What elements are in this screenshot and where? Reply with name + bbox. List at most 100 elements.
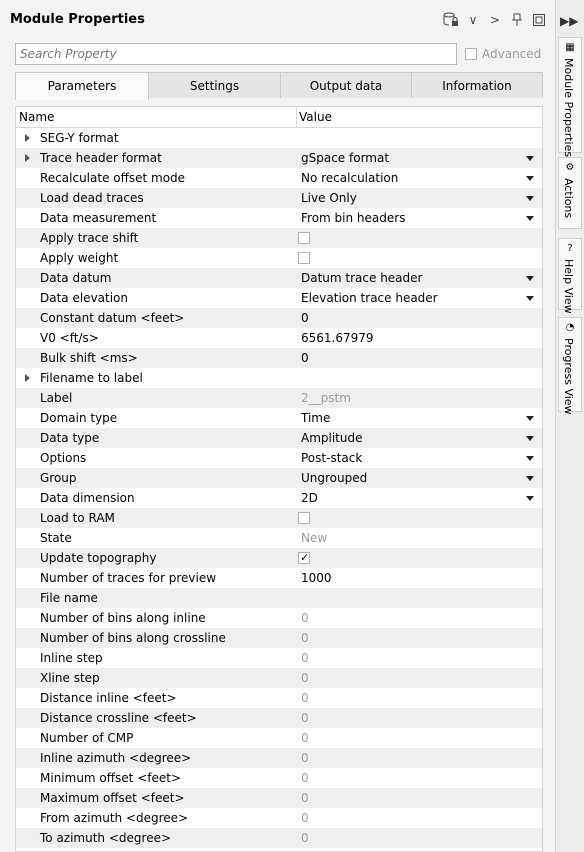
tab-settings[interactable]: Settings	[148, 72, 281, 98]
tab-parameters[interactable]: Parameters	[15, 72, 149, 100]
property-row[interactable]: Options Post-stack	[16, 448, 542, 468]
search-input[interactable]	[16, 44, 456, 64]
property-row[interactable]: Load to RAM	[16, 508, 542, 528]
property-name: SEG-Y format	[40, 131, 119, 145]
property-value[interactable]: Time	[301, 411, 330, 425]
property-value[interactable]: 0	[301, 351, 309, 365]
property-checkbox[interactable]	[298, 512, 310, 524]
property-row[interactable]: To azimuth <degree> 0	[16, 828, 542, 848]
property-row[interactable]: Filename to label	[16, 368, 542, 388]
property-name: Options	[40, 451, 87, 465]
property-value[interactable]: Ungrouped	[301, 471, 367, 485]
dropdown-arrow-icon[interactable]	[526, 156, 534, 161]
property-value[interactable]: 0	[301, 311, 309, 325]
property-value: 0	[301, 731, 309, 745]
property-row[interactable]: Maximum offset <feet> 0	[16, 788, 542, 808]
property-row[interactable]: Load dead traces Live Only	[16, 188, 542, 208]
property-row[interactable]: Data dimension 2D	[16, 488, 542, 508]
advanced-toggle[interactable]: Advanced	[465, 47, 541, 61]
property-row[interactable]: Recalculate offset mode No recalculation	[16, 168, 542, 188]
column-header-value[interactable]: Value	[299, 110, 332, 124]
property-name: Apply weight	[40, 251, 119, 265]
property-checkbox[interactable]	[298, 551, 310, 564]
search-property-box	[15, 43, 457, 65]
property-value: 0	[301, 791, 309, 805]
property-row[interactable]: Data measurement From bin headers	[16, 208, 542, 228]
chevron-right-icon[interactable]: >	[487, 12, 503, 28]
expand-panels-icon[interactable]: ▶▶	[560, 14, 578, 28]
property-value[interactable]: 1000	[301, 571, 332, 585]
float-icon[interactable]	[531, 12, 547, 28]
dropdown-arrow-icon[interactable]	[526, 276, 534, 281]
dropdown-arrow-icon[interactable]	[526, 476, 534, 481]
property-row[interactable]: Update topography	[16, 548, 542, 568]
property-value[interactable]: Datum trace header	[301, 271, 422, 285]
dropdown-arrow-icon[interactable]	[526, 296, 534, 301]
dropdown-arrow-icon[interactable]	[526, 196, 534, 201]
dropdown-arrow-icon[interactable]	[526, 216, 534, 221]
property-value: 0	[301, 751, 309, 765]
property-checkbox[interactable]	[298, 252, 310, 264]
dropdown-arrow-icon[interactable]	[526, 496, 534, 501]
property-value[interactable]: No recalculation	[301, 171, 398, 185]
property-row[interactable]: Bulk shift <ms> 0	[16, 348, 542, 368]
property-row[interactable]: State New	[16, 528, 542, 548]
property-row[interactable]: Constant datum <feet> 0	[16, 308, 542, 328]
property-value[interactable]: From bin headers	[301, 211, 405, 225]
property-row[interactable]: Data elevation Elevation trace header	[16, 288, 542, 308]
expand-arrow-icon[interactable]	[25, 134, 30, 142]
pin-icon[interactable]	[509, 12, 525, 28]
property-name: State	[40, 531, 72, 545]
expand-arrow-icon[interactable]	[25, 374, 30, 382]
chevron-down-icon[interactable]: ∨	[465, 12, 481, 28]
property-value[interactable]: gSpace format	[301, 151, 389, 165]
property-value[interactable]: Elevation trace header	[301, 291, 438, 305]
property-row[interactable]: Number of bins along crossline 0	[16, 628, 542, 648]
property-row[interactable]: Number of CMP 0	[16, 728, 542, 748]
property-value[interactable]: 2D	[301, 491, 318, 505]
property-row[interactable]: File name	[16, 588, 542, 608]
property-row[interactable]: Trace header format gSpace format	[16, 148, 542, 168]
property-checkbox[interactable]	[298, 232, 310, 244]
property-row[interactable]: Distance crossline <feet> 0	[16, 708, 542, 728]
property-row[interactable]: Apply trace shift	[16, 228, 542, 248]
dropdown-arrow-icon[interactable]	[526, 416, 534, 421]
property-row[interactable]: Domain type Time	[16, 408, 542, 428]
side-tab-help-view[interactable]: ? Help View	[558, 238, 582, 314]
property-row[interactable]: Xline step 0	[16, 668, 542, 688]
property-name: Number of CMP	[40, 731, 134, 745]
database-lock-icon[interactable]	[443, 12, 459, 28]
dropdown-arrow-icon[interactable]	[526, 436, 534, 441]
expand-arrow-icon[interactable]	[25, 154, 30, 162]
property-row[interactable]: Apply weight	[16, 248, 542, 268]
advanced-checkbox[interactable]	[465, 48, 477, 60]
property-row[interactable]: Distance inline <feet> 0	[16, 688, 542, 708]
property-row[interactable]: From azimuth <degree> 0	[16, 808, 542, 828]
side-tab-module-properties[interactable]: ▦ Module Properties	[558, 37, 582, 157]
property-value[interactable]: Amplitude	[301, 431, 363, 445]
side-tab-label: Progress View	[562, 338, 575, 415]
property-value[interactable]: Live Only	[301, 191, 357, 205]
property-row[interactable]: Group Ungrouped	[16, 468, 542, 488]
side-tab-progress-view[interactable]: ◔ Progress View	[558, 317, 582, 415]
property-row[interactable]: V0 <ft/s> 6561.67979	[16, 328, 542, 348]
dropdown-arrow-icon[interactable]	[526, 456, 534, 461]
column-separator[interactable]	[296, 107, 297, 127]
property-row[interactable]: Number of traces for preview 1000	[16, 568, 542, 588]
property-row[interactable]: SEG-Y format	[16, 128, 542, 148]
property-row[interactable]: Inline step 0	[16, 648, 542, 668]
column-header-name[interactable]: Name	[19, 110, 54, 124]
property-row[interactable]: Minimum offset <feet> 0	[16, 768, 542, 788]
property-value[interactable]: 6561.67979	[301, 331, 374, 345]
property-row[interactable]: Data type Amplitude	[16, 428, 542, 448]
dropdown-arrow-icon[interactable]	[526, 176, 534, 181]
property-row[interactable]: Inline azimuth <degree> 0	[16, 748, 542, 768]
property-name: V0 <ft/s>	[40, 331, 99, 345]
tab-output-data[interactable]: Output data	[280, 72, 412, 98]
property-row[interactable]: Data datum Datum trace header	[16, 268, 542, 288]
side-tab-actions[interactable]: ⚙ Actions	[558, 157, 582, 229]
property-row[interactable]: Number of bins along inline 0	[16, 608, 542, 628]
tab-information[interactable]: Information	[411, 72, 543, 98]
property-row[interactable]: Label 2__pstm	[16, 388, 542, 408]
property-value[interactable]: Post-stack	[301, 451, 362, 465]
